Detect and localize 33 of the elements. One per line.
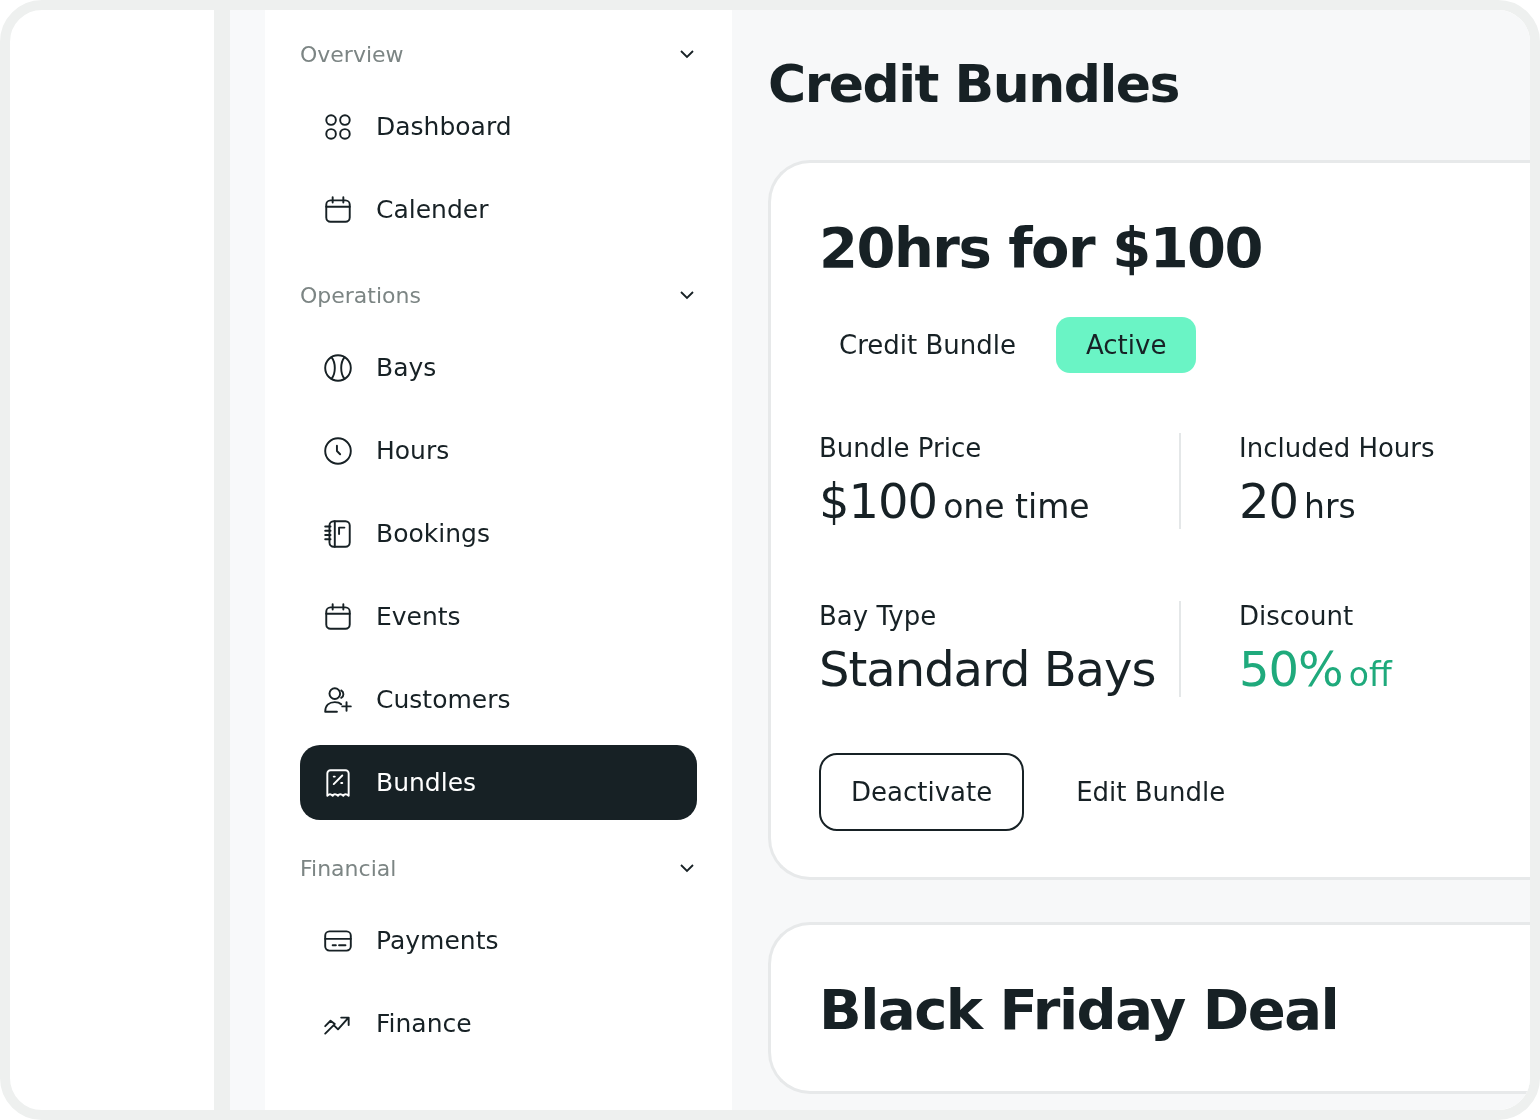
sidebar-item[interactable]: Finance [300,986,697,1061]
ball-icon [322,351,354,384]
notebook-icon [322,517,354,550]
stat-value: 50%off [1239,641,1394,697]
stat-label: Bay Type [819,601,938,631]
sidebar-item[interactable]: Bays [300,330,697,405]
outlined-button[interactable]: Deactivate [819,753,1025,831]
stat-label: Discount [1239,601,1355,631]
stat-value: Standard Bays [819,641,1157,697]
section-heading: Overview [300,41,404,67]
sidebar-item[interactable]: Payments [300,903,697,978]
stat-label: Included Hours [1239,433,1436,463]
clock-icon [322,434,354,467]
stat-label: Bundle Price [819,433,983,463]
sidebar-item[interactable]: Bookings [300,496,697,571]
stat-value: 20 hrs [1239,473,1357,529]
sidebar-item[interactable]: Calender [300,172,697,247]
sidebar-item[interactable]: Events [300,579,697,654]
page-title: Credit Bundles [768,53,1181,116]
sidebar-item[interactable]: Customers [300,662,697,737]
stat-value: $100 one time [819,473,1091,529]
section-heading: Financial [300,855,397,881]
bundle-title: Black Friday Deal [819,976,1340,1044]
sidebar-item[interactable]: Bundles [300,745,697,820]
calendar-icon [322,600,354,633]
sidebar-item[interactable]: Hours [300,413,697,488]
calendar-icon [322,193,354,226]
bundle-title: 20hrs for $100 [819,214,1264,282]
text-button[interactable]: Edit Bundle [1076,777,1226,807]
status-badge: Active [1056,317,1197,373]
bundle-type: Credit Bundle [838,330,1016,360]
section-heading: Operations [300,282,421,308]
sidebar-item[interactable]: Dashboard [300,89,697,164]
